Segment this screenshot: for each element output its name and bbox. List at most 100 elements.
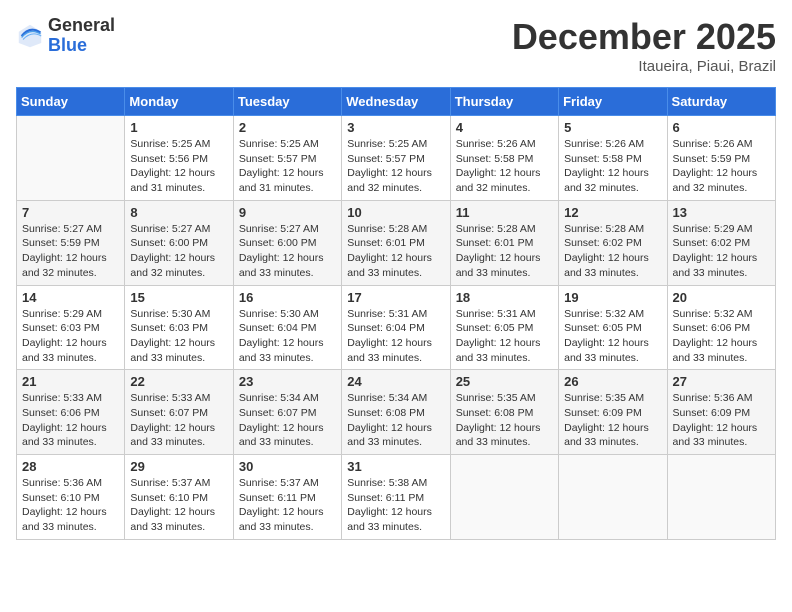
day-info: Sunrise: 5:36 AM Sunset: 6:09 PM Dayligh… xyxy=(673,391,770,450)
header-cell-friday: Friday xyxy=(559,88,667,116)
calendar-week-4: 21Sunrise: 5:33 AM Sunset: 6:06 PM Dayli… xyxy=(17,370,776,455)
page-header: General Blue December 2025 Itaueira, Pia… xyxy=(16,16,776,75)
calendar-table: SundayMondayTuesdayWednesdayThursdayFrid… xyxy=(16,87,776,540)
calendar-cell: 12Sunrise: 5:28 AM Sunset: 6:02 PM Dayli… xyxy=(559,200,667,285)
day-number: 2 xyxy=(239,120,336,135)
calendar-cell: 9 Sunrise: 5:27 AM Sunset: 6:00 PM Daylig… xyxy=(233,200,341,285)
calendar-cell: 8 Sunrise: 5:27 AM Sunset: 6:00 PM Daylig… xyxy=(125,200,233,285)
day-info: Sunrise: 5:27 AM Sunset: 5:59 PM Dayligh… xyxy=(22,222,119,281)
day-info: Sunrise: 5:28 AM Sunset: 6:02 PM Dayligh… xyxy=(564,222,661,281)
day-number: 18 xyxy=(456,290,553,305)
day-info: Sunrise: 5:26 AM Sunset: 5:58 PM Dayligh… xyxy=(564,137,661,196)
calendar-cell: 2 Sunrise: 5:25 AM Sunset: 5:57 PM Daylig… xyxy=(233,116,341,201)
day-info: Sunrise: 5:25 AM Sunset: 5:56 PM Dayligh… xyxy=(130,137,227,196)
day-number: 4 xyxy=(456,120,553,135)
day-info: Sunrise: 5:25 AM Sunset: 5:57 PM Dayligh… xyxy=(239,137,336,196)
day-info: Sunrise: 5:35 AM Sunset: 6:09 PM Dayligh… xyxy=(564,391,661,450)
day-number: 7 xyxy=(22,205,119,220)
day-info: Sunrise: 5:34 AM Sunset: 6:07 PM Dayligh… xyxy=(239,391,336,450)
day-number: 1 xyxy=(130,120,227,135)
location-subtitle: Itaueira, Piaui, Brazil xyxy=(512,58,776,75)
day-number: 22 xyxy=(130,374,227,389)
day-info: Sunrise: 5:27 AM Sunset: 6:00 PM Dayligh… xyxy=(130,222,227,281)
header-cell-tuesday: Tuesday xyxy=(233,88,341,116)
calendar-cell: 17 Sunrise: 5:31 AM Sunset: 6:04 PM Dayli… xyxy=(342,285,450,370)
day-info: Sunrise: 5:31 AM Sunset: 6:05 PM Dayligh… xyxy=(456,307,553,366)
calendar-cell: 29Sunrise: 5:37 AM Sunset: 6:10 PM Dayli… xyxy=(125,455,233,540)
calendar-cell: 4 Sunrise: 5:26 AM Sunset: 5:58 PM Daylig… xyxy=(450,116,558,201)
day-info: Sunrise: 5:36 AM Sunset: 6:10 PM Dayligh… xyxy=(22,476,119,535)
calendar-header: SundayMondayTuesdayWednesdayThursdayFrid… xyxy=(17,88,776,116)
calendar-cell: 25 Sunrise: 5:35 AM Sunset: 6:08 PM Dayli… xyxy=(450,370,558,455)
header-cell-sunday: Sunday xyxy=(17,88,125,116)
calendar-cell: 11 Sunrise: 5:28 AM Sunset: 6:01 PM Dayli… xyxy=(450,200,558,285)
day-info: Sunrise: 5:26 AM Sunset: 5:58 PM Dayligh… xyxy=(456,137,553,196)
calendar-cell: 28 Sunrise: 5:36 AM Sunset: 6:10 PM Dayli… xyxy=(17,455,125,540)
calendar-week-2: 7 Sunrise: 5:27 AM Sunset: 5:59 PM Daylig… xyxy=(17,200,776,285)
calendar-cell: 5 Sunrise: 5:26 AM Sunset: 5:58 PM Daylig… xyxy=(559,116,667,201)
day-number: 3 xyxy=(347,120,444,135)
calendar-cell: 23Sunrise: 5:34 AM Sunset: 6:07 PM Dayli… xyxy=(233,370,341,455)
calendar-body: 1 Sunrise: 5:25 AM Sunset: 5:56 PM Daylig… xyxy=(17,116,776,540)
day-number: 19 xyxy=(564,290,661,305)
calendar-cell: 30Sunrise: 5:37 AM Sunset: 6:11 PM Dayli… xyxy=(233,455,341,540)
day-number: 25 xyxy=(456,374,553,389)
calendar-week-3: 14 Sunrise: 5:29 AM Sunset: 6:03 PM Dayli… xyxy=(17,285,776,370)
logo-general: General xyxy=(48,16,115,36)
header-cell-wednesday: Wednesday xyxy=(342,88,450,116)
day-number: 29 xyxy=(130,459,227,474)
calendar-cell: 24Sunrise: 5:34 AM Sunset: 6:08 PM Dayli… xyxy=(342,370,450,455)
day-number: 24 xyxy=(347,374,444,389)
header-row: SundayMondayTuesdayWednesdayThursdayFrid… xyxy=(17,88,776,116)
calendar-cell: 21Sunrise: 5:33 AM Sunset: 6:06 PM Dayli… xyxy=(17,370,125,455)
day-info: Sunrise: 5:33 AM Sunset: 6:07 PM Dayligh… xyxy=(130,391,227,450)
calendar-cell: 14 Sunrise: 5:29 AM Sunset: 6:03 PM Dayli… xyxy=(17,285,125,370)
day-info: Sunrise: 5:31 AM Sunset: 6:04 PM Dayligh… xyxy=(347,307,444,366)
day-number: 8 xyxy=(130,205,227,220)
day-number: 6 xyxy=(673,120,770,135)
calendar-cell: 26Sunrise: 5:35 AM Sunset: 6:09 PM Dayli… xyxy=(559,370,667,455)
day-info: Sunrise: 5:25 AM Sunset: 5:57 PM Dayligh… xyxy=(347,137,444,196)
day-info: Sunrise: 5:28 AM Sunset: 6:01 PM Dayligh… xyxy=(456,222,553,281)
header-cell-thursday: Thursday xyxy=(450,88,558,116)
calendar-cell: 15Sunrise: 5:30 AM Sunset: 6:03 PM Dayli… xyxy=(125,285,233,370)
calendar-cell: 16 Sunrise: 5:30 AM Sunset: 6:04 PM Dayli… xyxy=(233,285,341,370)
day-info: Sunrise: 5:29 AM Sunset: 6:03 PM Dayligh… xyxy=(22,307,119,366)
day-number: 16 xyxy=(239,290,336,305)
day-number: 9 xyxy=(239,205,336,220)
day-info: Sunrise: 5:38 AM Sunset: 6:11 PM Dayligh… xyxy=(347,476,444,535)
day-info: Sunrise: 5:30 AM Sunset: 6:04 PM Dayligh… xyxy=(239,307,336,366)
calendar-cell xyxy=(559,455,667,540)
day-info: Sunrise: 5:27 AM Sunset: 6:00 PM Dayligh… xyxy=(239,222,336,281)
calendar-week-1: 1 Sunrise: 5:25 AM Sunset: 5:56 PM Daylig… xyxy=(17,116,776,201)
day-number: 27 xyxy=(673,374,770,389)
logo: General Blue xyxy=(16,16,115,56)
logo-icon xyxy=(16,22,44,50)
calendar-cell: 7 Sunrise: 5:27 AM Sunset: 5:59 PM Daylig… xyxy=(17,200,125,285)
calendar-cell: 19 Sunrise: 5:32 AM Sunset: 6:05 PM Dayli… xyxy=(559,285,667,370)
day-number: 17 xyxy=(347,290,444,305)
calendar-cell xyxy=(17,116,125,201)
calendar-cell: 18 Sunrise: 5:31 AM Sunset: 6:05 PM Dayli… xyxy=(450,285,558,370)
calendar-cell: 27 Sunrise: 5:36 AM Sunset: 6:09 PM Dayli… xyxy=(667,370,775,455)
day-info: Sunrise: 5:33 AM Sunset: 6:06 PM Dayligh… xyxy=(22,391,119,450)
day-number: 20 xyxy=(673,290,770,305)
day-number: 5 xyxy=(564,120,661,135)
day-number: 28 xyxy=(22,459,119,474)
title-block: December 2025 Itaueira, Piaui, Brazil xyxy=(512,16,776,75)
day-info: Sunrise: 5:29 AM Sunset: 6:02 PM Dayligh… xyxy=(673,222,770,281)
calendar-week-5: 28 Sunrise: 5:36 AM Sunset: 6:10 PM Dayli… xyxy=(17,455,776,540)
calendar-cell: 20 Sunrise: 5:32 AM Sunset: 6:06 PM Dayli… xyxy=(667,285,775,370)
day-number: 14 xyxy=(22,290,119,305)
logo-blue: Blue xyxy=(48,36,115,56)
day-number: 11 xyxy=(456,205,553,220)
day-number: 31 xyxy=(347,459,444,474)
day-info: Sunrise: 5:32 AM Sunset: 6:05 PM Dayligh… xyxy=(564,307,661,366)
day-info: Sunrise: 5:35 AM Sunset: 6:08 PM Dayligh… xyxy=(456,391,553,450)
day-number: 30 xyxy=(239,459,336,474)
calendar-cell: 22 Sunrise: 5:33 AM Sunset: 6:07 PM Dayli… xyxy=(125,370,233,455)
day-number: 15 xyxy=(130,290,227,305)
calendar-cell: 31 Sunrise: 5:38 AM Sunset: 6:11 PM Dayli… xyxy=(342,455,450,540)
day-info: Sunrise: 5:32 AM Sunset: 6:06 PM Dayligh… xyxy=(673,307,770,366)
calendar-cell xyxy=(450,455,558,540)
